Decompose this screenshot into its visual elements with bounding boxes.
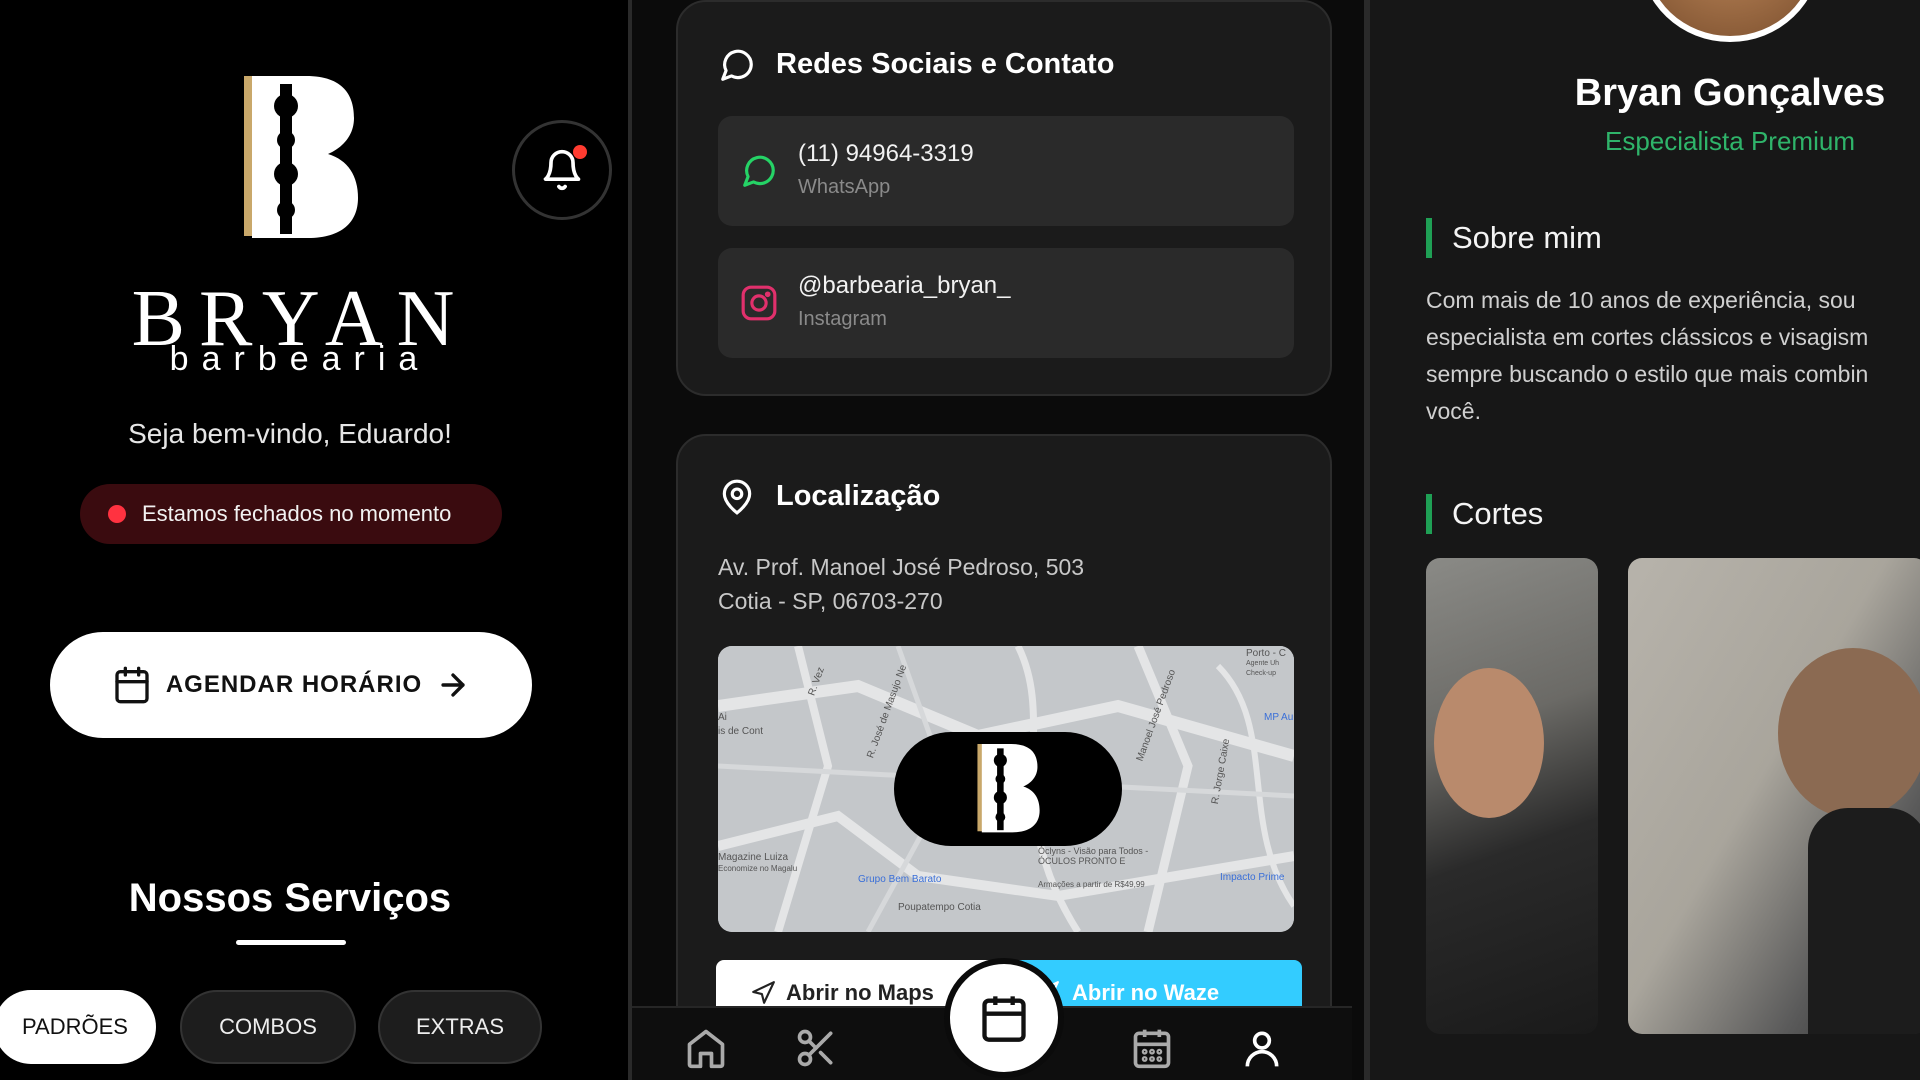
profile-screen: Bryan Gonçalves Especialista Premium Sob… <box>1370 0 1920 1080</box>
location-pin-icon <box>722 479 752 515</box>
navigation-icon <box>752 981 775 1004</box>
contact-screen: Redes Sociais e Contato (11) 94964-3319 … <box>632 0 1364 1080</box>
scissors-icon <box>797 1029 833 1067</box>
welcome-text: Seja bem-vindo, Eduardo! <box>128 418 452 449</box>
home-icon <box>687 1029 725 1069</box>
cut-photo[interactable] <box>1426 558 1598 1034</box>
category-tab-combos[interactable]: COMBOS <box>180 990 356 1064</box>
about-line: Com mais de 10 anos de experiência, sou <box>1426 287 1856 313</box>
tab-home[interactable] <box>682 1026 730 1074</box>
map-label: Impacto Prime <box>1220 872 1285 883</box>
map-label: Check-up <box>1246 670 1276 677</box>
cut-photo-subject <box>1434 668 1544 818</box>
category-tab-extras[interactable]: EXTRAS <box>378 990 542 1064</box>
barber-role: Especialista Premium <box>1605 126 1855 156</box>
barber-logo-icon <box>977 744 1040 833</box>
status-dot-icon <box>108 505 126 523</box>
calendar-icon <box>982 996 1026 1042</box>
map-label: Armações a partir de R$49,99 <box>1038 880 1145 889</box>
map-label: Ai <box>718 712 727 723</box>
arrow-right-icon <box>441 673 465 697</box>
social-title: Redes Sociais e Contato <box>776 48 1115 80</box>
cut-photo[interactable] <box>1628 558 1920 1034</box>
map-label: Grupo Bem Barato <box>858 874 942 885</box>
map-label: MP Au <box>1264 712 1294 723</box>
about-line: especialista em cortes clássicos e visag… <box>1426 324 1869 350</box>
address-line-1: Av. Prof. Manoel José Pedroso, 503 <box>718 554 1085 580</box>
about-line: você. <box>1426 398 1481 424</box>
instagram-icon <box>741 285 777 321</box>
cut-photo-subject <box>1778 648 1920 818</box>
services-title: Nossos Serviços <box>128 876 452 920</box>
tab-services[interactable] <box>792 1026 840 1074</box>
brand-subtitle: barbearia <box>169 340 431 378</box>
barber-name: Bryan Gonçalves <box>1574 72 1886 114</box>
map-label: Óclyns - Visão para Todos - ÓCULOS PRONT… <box>1038 846 1149 866</box>
location-map[interactable]: R. José de Masujo Ne R. Vez Magazine Lui… <box>718 646 1294 932</box>
whatsapp-label: WhatsApp <box>798 176 891 198</box>
whatsapp-number: (11) 94964-3319 <box>798 140 974 167</box>
cut-photo-subject <box>1808 808 1920 1034</box>
tab-schedules[interactable] <box>1128 1026 1176 1074</box>
location-title: Localização <box>776 480 941 512</box>
notification-button[interactable] <box>512 120 612 220</box>
schedule-button[interactable]: AGENDAR HORÁRIO <box>50 632 532 738</box>
home-screen: BRYAN barbearia Seja bem-vindo, Eduardo!… <box>0 0 628 1080</box>
notification-dot <box>573 145 587 159</box>
open-maps-label: Abrir no Maps <box>786 980 934 1005</box>
map-label: Magazine Luiza <box>718 852 789 863</box>
social-card: Redes Sociais e Contato (11) 94964-3319 … <box>676 0 1332 396</box>
calendar-grid-icon <box>1133 1029 1171 1069</box>
message-icon <box>721 49 753 81</box>
status-text: Estamos fechados no momento <box>142 501 452 526</box>
status-badge: Estamos fechados no momento <box>80 484 502 544</box>
map-label: Porto - C <box>1246 648 1287 659</box>
map-marker <box>894 732 1122 846</box>
whatsapp-icon <box>743 155 775 187</box>
calendar-icon <box>115 666 149 704</box>
title-underline <box>236 940 346 945</box>
map-label: Economize no Magalu <box>718 864 798 873</box>
about-text: Com mais de 10 anos de experiência, sou … <box>1426 282 1920 430</box>
map-label: Agente Uh <box>1246 660 1280 667</box>
user-icon <box>1245 1031 1279 1067</box>
map-label: is de Cont <box>718 726 764 737</box>
whatsapp-row[interactable]: (11) 94964-3319 WhatsApp <box>718 116 1294 226</box>
avatar <box>1640 0 1820 42</box>
about-line: sempre buscando o estilo que mais combin <box>1426 361 1869 387</box>
instagram-label: Instagram <box>798 308 887 330</box>
tab-profile[interactable] <box>1238 1026 1286 1074</box>
map-label: Poupatempo Cotia <box>898 902 981 913</box>
schedule-button-label: AGENDAR HORÁRIO <box>165 671 423 698</box>
cuts-title: Cortes <box>1426 494 1543 534</box>
address-line-2: Cotia - SP, 06703-270 <box>718 588 943 614</box>
category-tab-padroes[interactable]: PADRÕES <box>0 990 156 1064</box>
open-waze-label: Abrir no Waze <box>1072 980 1220 1005</box>
schedule-fab-button[interactable] <box>944 958 1064 1078</box>
instagram-row[interactable]: @barbearia_bryan_ Instagram <box>718 248 1294 358</box>
barber-logo-icon <box>244 76 358 238</box>
about-title: Sobre mim <box>1426 218 1602 258</box>
instagram-handle: @barbearia_bryan_ <box>798 272 1011 299</box>
